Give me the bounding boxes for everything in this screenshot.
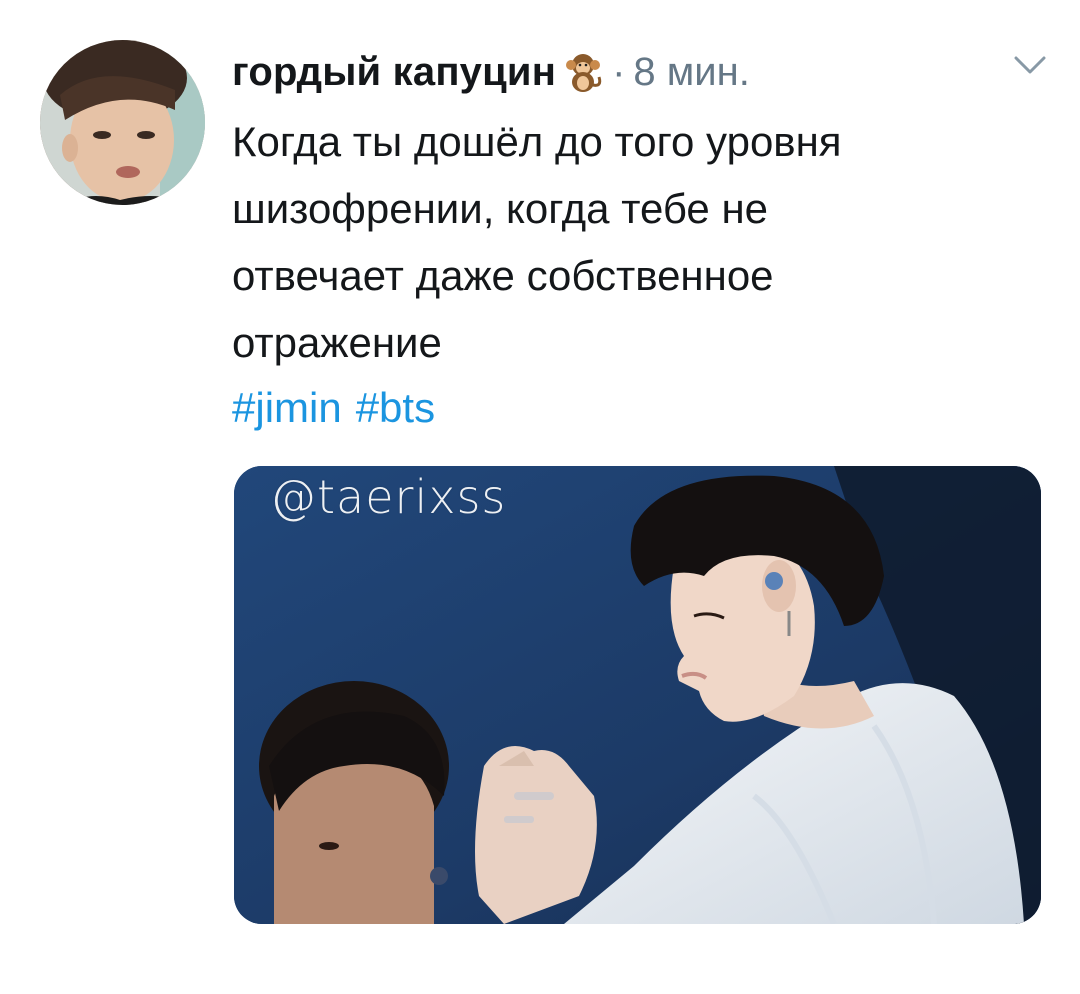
hashtag-link[interactable]: #jimin [232, 384, 342, 431]
tweet-timestamp[interactable]: 8 мин. [633, 50, 749, 95]
hashtag-link[interactable]: #bts [356, 384, 435, 431]
tweet-text-line: шизофрении, когда тебе не [232, 185, 769, 232]
author-display-name[interactable]: гордый капуцин [232, 50, 556, 95]
tweet-text: Когда ты дошёл до того уровня шизофрении… [232, 108, 1032, 376]
tweet-header: гордый капуцин · 8 мин. [232, 40, 1052, 104]
media-watermark: @taerixss [270, 470, 507, 524]
header-separator: · [612, 49, 626, 94]
hashtag-list: #jimin #bts [232, 378, 449, 438]
avatar[interactable] [40, 40, 205, 205]
chevron-down-icon[interactable] [1010, 50, 1050, 80]
tweet-text-line: отвечает даже собственное [232, 252, 774, 299]
tweet-text-line: Когда ты дошёл до того уровня [232, 118, 842, 165]
tweet-text-line: отражение [232, 319, 442, 366]
monkey-emoji-icon [562, 51, 604, 93]
tweet-card: гордый капуцин · 8 мин. Когда ты дошёл д… [0, 0, 1080, 994]
tweet-media-image[interactable] [234, 466, 1041, 924]
